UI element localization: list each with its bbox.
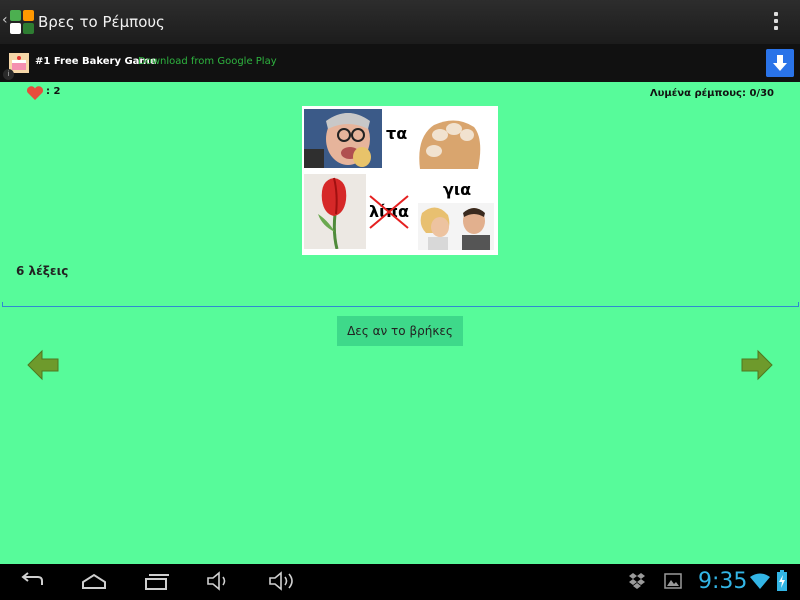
rebus-puzzle-card: τα λίπα για — [302, 106, 498, 255]
check-answer-button[interactable]: Δες αν το βρήκες — [337, 316, 463, 346]
home-icon[interactable] — [80, 570, 108, 592]
ad-info-icon[interactable]: i — [3, 69, 14, 80]
strike-through-icon — [369, 195, 409, 229]
heart-icon — [27, 86, 43, 100]
volume-up-icon[interactable] — [268, 570, 300, 592]
action-bar: ‹ Βρες το Ρέμπους — [0, 0, 800, 44]
dropbox-icon — [629, 573, 645, 589]
wifi-icon — [750, 573, 770, 589]
overflow-menu-icon[interactable] — [774, 12, 778, 33]
ad-banner[interactable]: #1 Free Bakery Game Download from Google… — [0, 44, 800, 82]
back-caret-icon[interactable]: ‹ — [2, 12, 8, 28]
download-icon[interactable] — [766, 49, 794, 77]
arrow-left-icon[interactable] — [26, 348, 60, 382]
word-count-hint: 6 λέξεις — [16, 264, 69, 278]
app-title: Βρες το Ρέμπους — [38, 13, 165, 31]
lives-count: : 2 — [46, 86, 61, 97]
gallery-icon — [664, 573, 682, 589]
hand-nails-image — [412, 109, 486, 169]
system-nav-bar: 9:35 — [0, 564, 800, 600]
answer-input[interactable] — [2, 302, 799, 307]
rebus-word-3: για — [443, 180, 472, 199]
recent-apps-icon[interactable] — [143, 570, 171, 592]
man-eating-image — [304, 109, 382, 168]
tulip-image — [304, 174, 366, 249]
back-icon[interactable] — [18, 570, 46, 592]
rebus-word-1: τα — [386, 124, 408, 143]
battery-icon — [777, 570, 787, 591]
volume-down-icon[interactable] — [206, 570, 232, 592]
couple-arguing-image — [418, 203, 494, 250]
solved-counter: Λυμένα ρέμπους: 0/30 — [649, 88, 774, 99]
arrow-right-icon[interactable] — [740, 348, 774, 382]
clock: 9:35 — [698, 569, 748, 594]
ad-subtitle[interactable]: Download from Google Play — [138, 56, 277, 67]
app-logo-icon[interactable] — [10, 10, 34, 34]
